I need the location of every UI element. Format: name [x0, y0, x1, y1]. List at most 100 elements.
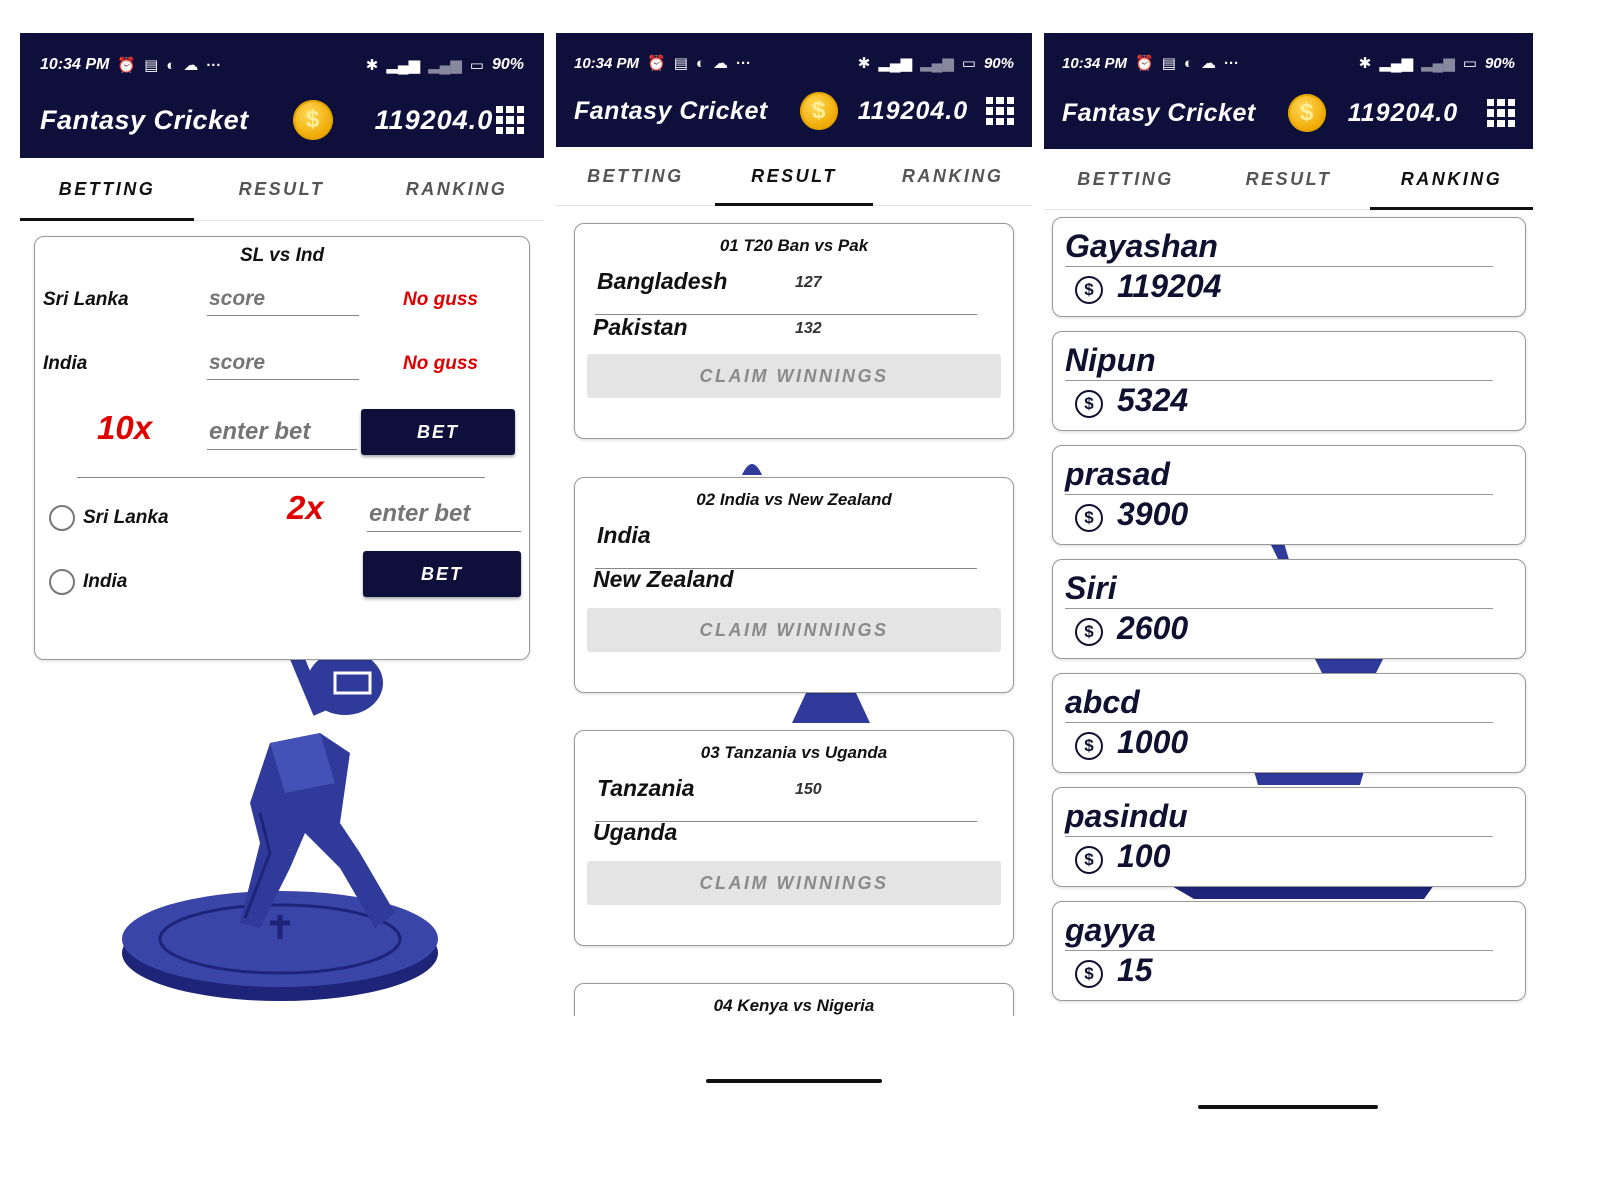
tab-ranking[interactable]: RANKING [369, 158, 544, 220]
team1-score: 150 [795, 781, 822, 798]
tab-betting[interactable]: BETTING [1044, 149, 1207, 209]
vpn-icon: ◐ [1183, 54, 1193, 72]
grid-menu-icon[interactable] [496, 106, 524, 134]
tab-betting[interactable]: BETTING [20, 158, 194, 221]
alarm-icon: ⏰ [1135, 55, 1154, 72]
divider [1065, 836, 1493, 837]
app-title: Fantasy Cricket [574, 96, 768, 125]
divider [1065, 380, 1493, 381]
result-card-3: 03 Tanzania vs Uganda Tanzania 150 Ugand… [574, 730, 1014, 946]
divider [1065, 494, 1493, 495]
player-score: 1000 [1117, 724, 1189, 760]
dollar-icon: $ [1075, 504, 1103, 532]
notes-icon: ▤ [144, 57, 159, 74]
balance-amount: 119204.0 [374, 104, 494, 135]
battery-level: 90% [491, 56, 524, 73]
winner-bet-button[interactable]: BET [363, 551, 521, 597]
radio-team1-label: Sri Lanka [83, 507, 169, 528]
signal-icon: ▂▄▆ [878, 55, 913, 72]
signal-off-icon: ▂▄▆ [428, 57, 462, 74]
team2-label: India [43, 353, 88, 374]
more-dots-icon: ··· [735, 54, 751, 72]
player-score: 15 [1117, 952, 1153, 988]
cloud-icon: ☁ [1200, 55, 1216, 72]
notes-icon: ▤ [1161, 55, 1176, 72]
divider [1065, 950, 1493, 951]
alarm-icon: ⏰ [647, 55, 666, 72]
team2-no-guess: No guss [403, 353, 478, 374]
winner-bet-input[interactable] [367, 497, 521, 532]
team1-no-guess: No guss [403, 289, 478, 310]
claim-winnings-button[interactable]: CLAIM WINNINGS [587, 861, 1001, 905]
player-name: Gayashan [1065, 228, 1218, 264]
vpn-icon: ◐ [166, 56, 176, 74]
rank-card-3: prasad $ 3900 [1052, 445, 1526, 545]
tab-result[interactable]: RESULT [1207, 149, 1370, 209]
signal-icon: ▂▄▆ [1379, 55, 1414, 72]
team1-score-input[interactable] [207, 283, 359, 316]
score-multiplier: 10x [97, 409, 153, 446]
grid-menu-icon[interactable] [1487, 99, 1515, 127]
team2-name: Pakistan [593, 314, 688, 340]
rank-card-6: pasindu $ 100 [1052, 787, 1526, 887]
player-score: 100 [1117, 838, 1171, 874]
player-name: gayya [1065, 912, 1156, 948]
player-name: prasad [1065, 456, 1170, 492]
player-name: pasindu [1065, 798, 1188, 834]
claim-winnings-button[interactable]: CLAIM WINNINGS [587, 608, 1001, 652]
match-title: 02 India vs New Zealand [696, 490, 892, 509]
tab-ranking[interactable]: RANKING [873, 147, 1032, 205]
vpn-icon: ◐ [695, 54, 705, 72]
tab-betting[interactable]: BETTING [556, 147, 715, 205]
team1-name: India [597, 522, 651, 548]
home-indicator[interactable] [1198, 1105, 1378, 1109]
top-bar: 10:34 PM ⏰ ▤ ◐ ☁ ··· ✱ ▂▄▆ ▂▄▆ ▭ 90% Fan… [20, 33, 544, 158]
score-bet-input[interactable] [207, 415, 357, 450]
top-bar: 10:34 PM ⏰ ▤ ◐ ☁ ··· ✱ ▂▄▆ ▂▄▆ ▭ 90% Fan… [1044, 33, 1533, 149]
radio-team1[interactable] [49, 505, 75, 531]
status-bar: 10:34 PM ⏰ ▤ ◐ ☁ ··· ✱ ▂▄▆ ▂▄▆ ▭ 90% [40, 55, 524, 75]
tab-result[interactable]: RESULT [194, 158, 369, 220]
tab-result[interactable]: RESULT [714, 147, 874, 206]
status-bar: 10:34 PM ⏰ ▤ ◐ ☁ ··· ✱ ▂▄▆ ▂▄▆ ▭ 90% [574, 53, 1014, 73]
claim-winnings-button[interactable]: CLAIM WINNINGS [587, 354, 1001, 398]
divider [1065, 266, 1493, 267]
rank-card-5: abcd $ 1000 [1052, 673, 1526, 773]
bluetooth-icon: ✱ [1358, 55, 1372, 72]
status-time: 10:34 PM [1062, 54, 1128, 72]
battery-icon: ▭ [961, 55, 976, 72]
divider [1065, 608, 1493, 609]
betting-card: SL vs Ind Sri Lanka No guss India No gus… [34, 236, 530, 660]
home-indicator[interactable] [706, 1079, 882, 1083]
team1-label: Sri Lanka [43, 289, 129, 310]
radio-team2[interactable] [49, 569, 75, 595]
score-bet-button[interactable]: BET [361, 409, 515, 455]
player-score: 5324 [1117, 382, 1189, 418]
app-bar: Fantasy Cricket $ 119204.0 [40, 98, 524, 142]
balance-amount: 119204.0 [1347, 98, 1459, 127]
dollar-icon: $ [1075, 960, 1103, 988]
cloud-icon: ☁ [712, 55, 728, 72]
team1-score: 127 [795, 274, 822, 291]
rank-card-1: Gayashan $ 119204 [1052, 217, 1526, 317]
team1-name: Tanzania [597, 775, 695, 801]
tab-ranking[interactable]: RANKING [1370, 149, 1533, 210]
team2-name: Uganda [593, 819, 678, 845]
result-card-1: 01 T20 Ban vs Pak Bangladesh 127 Pakista… [574, 223, 1014, 439]
status-bar: 10:34 PM ⏰ ▤ ◐ ☁ ··· ✱ ▂▄▆ ▂▄▆ ▭ 90% [1062, 53, 1515, 73]
battery-icon: ▭ [1462, 55, 1477, 72]
status-time: 10:34 PM [40, 56, 110, 73]
team2-score-input[interactable] [207, 347, 359, 380]
battery-level: 90% [983, 54, 1014, 72]
coin-icon: $ [292, 100, 333, 140]
app-bar: Fantasy Cricket $ 119204.0 [574, 89, 1014, 133]
grid-menu-icon[interactable] [986, 97, 1014, 125]
dollar-icon: $ [1075, 732, 1103, 760]
player-name: abcd [1065, 684, 1140, 720]
more-dots-icon: ··· [206, 56, 222, 74]
rank-card-4: Siri $ 2600 [1052, 559, 1526, 659]
signal-off-icon: ▂▄▆ [1421, 55, 1455, 72]
match-title: SL vs Ind [239, 245, 325, 266]
team1-name: Bangladesh [597, 268, 728, 294]
rank-card-7: gayya $ 15 [1052, 901, 1526, 1001]
